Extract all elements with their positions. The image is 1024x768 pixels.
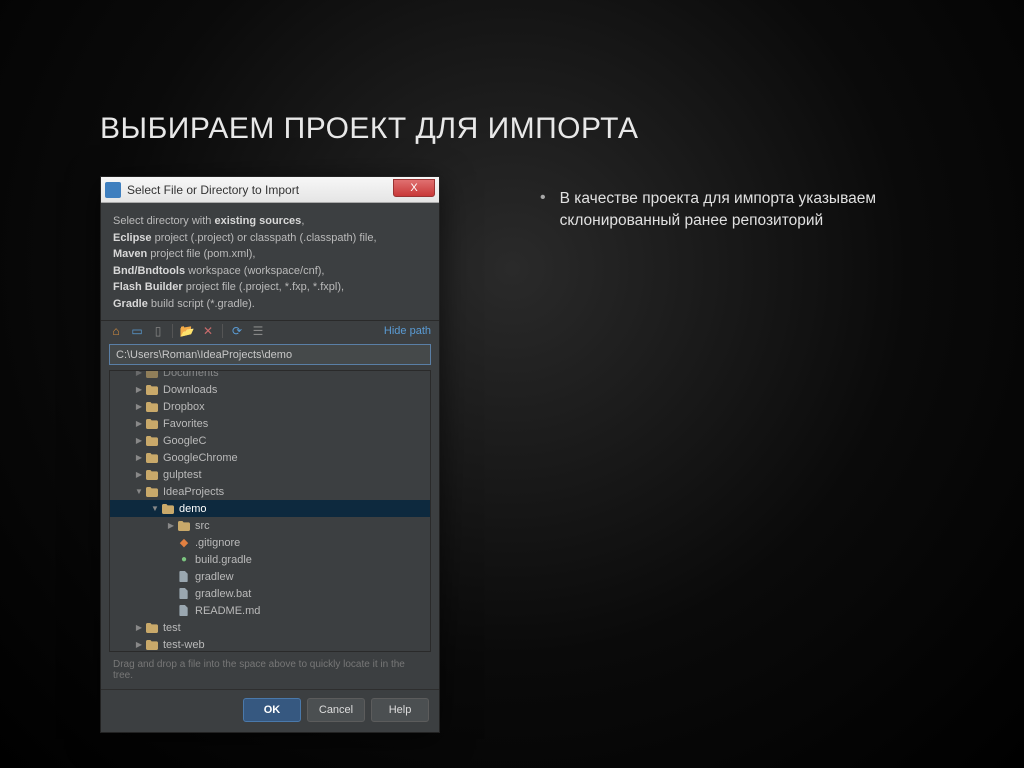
app-icon [105,182,121,198]
tree-row[interactable]: ▶ GoogleChrome [110,449,430,466]
home-icon[interactable]: ⌂ [109,324,123,338]
new-folder-icon[interactable]: 📂 [180,324,194,338]
ok-button[interactable]: OK [243,698,301,722]
path-input[interactable]: C:\Users\Roman\IdeaProjects\demo [109,344,431,365]
chevron-right-icon[interactable]: ▶ [134,419,144,428]
tree-label: .gitignore [195,537,240,549]
folder-icon [145,384,159,396]
tree-label: Dropbox [163,401,205,413]
chevron-right-icon[interactable]: ▶ [134,640,144,649]
file-icon [177,588,191,600]
folder-icon [145,401,159,413]
file-icon [177,571,191,583]
tree-label: test-web [163,639,205,651]
chevron-down-icon[interactable]: ▼ [134,487,144,496]
tree-label: README.md [195,605,260,617]
tree-row[interactable]: ▶ gulptest [110,466,430,483]
file-icon [177,605,191,617]
dialog-title: Select File or Directory to Import [127,183,299,197]
tree-row[interactable]: README.md [110,602,430,619]
tree-label: GoogleC [163,435,206,447]
tree-row[interactable]: ▼ IdeaProjects [110,483,430,500]
tree-row[interactable]: ▼ demo [110,500,430,517]
close-button[interactable]: X [393,179,435,197]
import-dialog: Select File or Directory to Import X Sel… [100,176,440,733]
dialog-titlebar[interactable]: Select File or Directory to Import X [101,177,439,203]
folder-icon [145,622,159,634]
tree-row[interactable]: ▶ Dropbox [110,398,430,415]
chevron-right-icon[interactable]: ▶ [134,453,144,462]
tree-row[interactable]: gradlew.bat [110,585,430,602]
chevron-right-icon[interactable]: ▶ [134,402,144,411]
tree-label: GoogleChrome [163,452,238,464]
dialog-toolbar: ⌂ ▭ ▯ 📂 ✕ ⟳ ☰ Hide path [101,320,439,341]
chevron-right-icon[interactable]: ▶ [134,370,144,377]
chevron-right-icon[interactable]: ▶ [134,385,144,394]
bullet-item: • В качестве проекта для импорта указыва… [540,188,910,233]
module-icon[interactable]: ▭ [130,324,144,338]
slide-title: ВЫБИРАЕМ ПРОЕКТ ДЛЯ ИМПОРТА [100,112,639,146]
folder-icon [145,486,159,498]
tree-label: Documents [163,370,219,379]
expand-icon[interactable]: ☰ [251,324,265,338]
tree-label: build.gradle [195,554,252,566]
tree-label: test [163,622,181,634]
tree-row[interactable]: ▶ Favorites [110,415,430,432]
tree-label: Downloads [163,384,217,396]
chevron-right-icon[interactable]: ▶ [134,436,144,445]
folder-icon [145,469,159,481]
tree-label: Favorites [163,418,208,430]
chevron-right-icon[interactable]: ▶ [134,623,144,632]
tree-row[interactable]: ▶ test-web [110,636,430,652]
tree-row[interactable]: gradlew [110,568,430,585]
project-icon[interactable]: ▯ [151,324,165,338]
tree-row[interactable]: ● build.gradle [110,551,430,568]
dialog-description: Select directory with existing sources, … [101,203,439,320]
tree-row[interactable]: ▶ Documents [110,370,430,381]
tree-row[interactable]: ▶ GoogleC [110,432,430,449]
folder-icon [145,435,159,447]
dialog-button-row: OK Cancel Help [101,689,439,732]
bullet-text: В качестве проекта для импорта указываем… [560,188,910,233]
tree-row[interactable]: ◆ .gitignore [110,534,430,551]
bullet-area: • В качестве проекта для импорта указыва… [540,188,910,233]
hide-path-link[interactable]: Hide path [384,325,431,337]
gradle-icon: ● [177,554,191,566]
tree-label: gradlew [195,571,234,583]
folder-icon [145,639,159,651]
help-button[interactable]: Help [371,698,429,722]
bullet-dot-icon: • [540,188,546,233]
tree-row[interactable]: ▶ Downloads [110,381,430,398]
tree-label: gradlew.bat [195,588,251,600]
delete-icon[interactable]: ✕ [201,324,215,338]
tree-row[interactable]: ▶ src [110,517,430,534]
folder-icon [161,503,175,515]
chevron-right-icon[interactable]: ▶ [166,521,176,530]
chevron-down-icon[interactable]: ▼ [150,504,160,513]
cancel-button[interactable]: Cancel [307,698,365,722]
tree-row[interactable]: ▶ test [110,619,430,636]
chevron-right-icon[interactable]: ▶ [134,470,144,479]
refresh-icon[interactable]: ⟳ [230,324,244,338]
folder-icon [177,520,191,532]
folder-icon [145,370,159,379]
tree-label: gulptest [163,469,202,481]
directory-tree[interactable]: ▶ Documents ▶ Downloads ▶ Dropbox ▶ Favorites ▶ G… [109,370,431,652]
git-icon: ◆ [177,537,191,549]
hint-text: Drag and drop a file into the space abov… [101,656,439,689]
folder-icon [145,452,159,464]
folder-icon [145,418,159,430]
tree-label: demo [179,503,207,515]
tree-label: IdeaProjects [163,486,224,498]
tree-label: src [195,520,210,532]
